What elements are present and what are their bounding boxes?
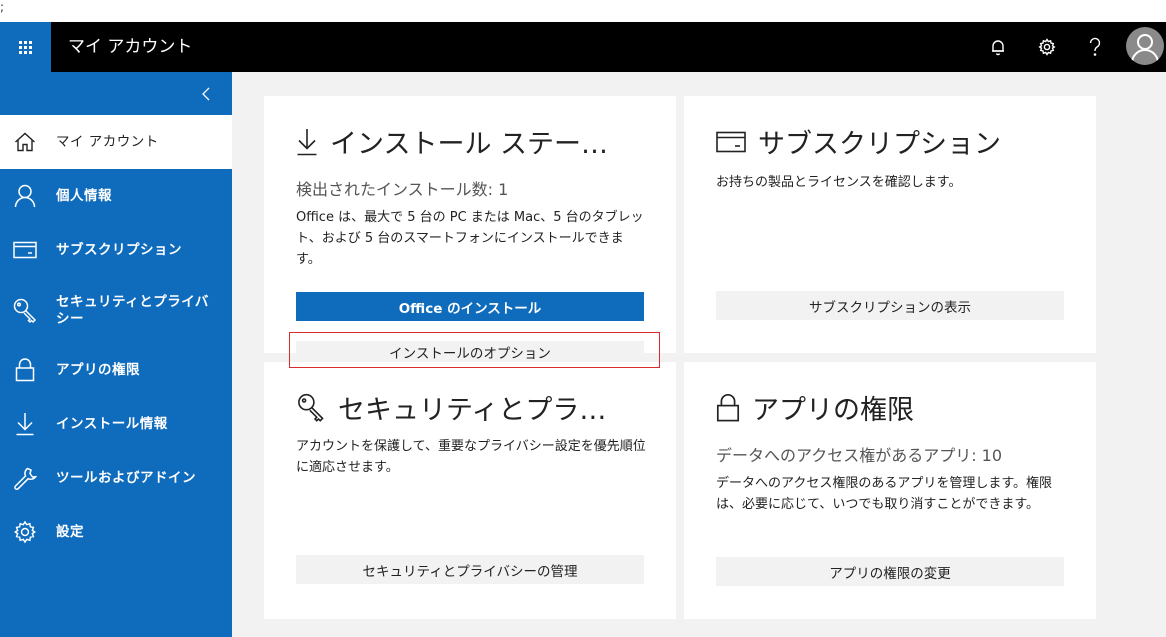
app-title[interactable]: マイ アカウント: [68, 22, 192, 72]
sidebar-item-label: セキュリティとプライバシー: [56, 294, 209, 327]
sidebar-item-label: 設定: [56, 523, 84, 540]
sidebar-item-label: アプリの権限: [56, 361, 140, 378]
gear-icon: [12, 519, 38, 545]
card-title[interactable]: アプリの権限: [716, 388, 914, 427]
sidebar-item-app-permissions[interactable]: アプリの権限: [0, 343, 232, 397]
card-icon: [716, 131, 746, 153]
sidebar-item-label: マイ アカウント: [56, 133, 159, 150]
download-icon: [296, 128, 318, 156]
card-title[interactable]: サブスクリプション: [716, 122, 1001, 161]
highlight-box: [289, 332, 660, 368]
app-launcher-button[interactable]: [0, 22, 51, 72]
sidebar-item-tools-addins[interactable]: ツールおよびアドイン: [0, 451, 232, 505]
sidebar-item-security-privacy[interactable]: セキュリティとプライバシー: [0, 284, 232, 338]
card-title-text: アプリの権限: [752, 395, 914, 426]
sidebar-item-subscriptions[interactable]: サブスクリプション: [0, 223, 232, 277]
card-title-text: セキュリティとプラ…: [338, 395, 607, 426]
card-icon: [12, 237, 38, 263]
avatar[interactable]: [1126, 27, 1164, 65]
card-title[interactable]: セキュリティとプラ…: [296, 388, 606, 427]
sidebar-item-settings[interactable]: 設定: [0, 505, 232, 559]
view-subscriptions-button[interactable]: サブスクリプションの表示: [716, 291, 1064, 320]
app-permissions-description: データへのアクセス権限のあるアプリを管理します。権限は、必要に応じて、いつでも取…: [716, 476, 1053, 512]
lock-icon: [716, 393, 740, 423]
help-button[interactable]: [1075, 22, 1115, 72]
card-title[interactable]: インストール ステー…: [296, 122, 608, 161]
person-icon: [1131, 34, 1159, 64]
top-bar: マイ アカウント: [0, 22, 1166, 72]
sidebar-item-label: ツールおよびアドイン: [56, 469, 196, 486]
settings-button[interactable]: [1027, 22, 1067, 72]
sidebar-item-label: 個人情報: [56, 187, 112, 204]
subscriptions-card: サブスクリプション お持ちの製品とライセンスを確認します。 サブスクリプションの…: [684, 96, 1096, 353]
sidebar: マイ アカウント 個人情報 サブスクリプション セキュリティとプライバシー アプ…: [0, 72, 232, 637]
security-description: アカウントを保護して、重要なプライバシー設定を優先順位に適応させます。: [296, 439, 646, 475]
key-icon: [12, 298, 38, 324]
sidebar-item-install-info[interactable]: インストール情報: [0, 397, 232, 451]
install-count: 検出されたインストール数: 1: [296, 180, 509, 199]
card-title-text: サブスクリプション: [758, 129, 1001, 160]
sidebar-item-my-account[interactable]: マイ アカウント: [0, 115, 232, 169]
security-privacy-card: セキュリティとプラ… アカウントを保護して、重要なプライバシー設定を優先順位に適…: [264, 362, 676, 619]
change-app-permissions-button[interactable]: アプリの権限の変更: [716, 557, 1064, 586]
install-description: Office は、最大で 5 台の PC または Mac、5 台のタブレット、お…: [296, 210, 644, 267]
stray-text: ;: [0, 0, 5, 14]
collapse-sidebar-button[interactable]: [196, 82, 216, 106]
sidebar-item-label: サブスクリプション: [56, 241, 182, 258]
install-status-card: インストール ステー… 検出されたインストール数: 1 Office は、最大で…: [264, 96, 676, 363]
app-permissions-count: データへのアクセス権があるアプリ: 10: [716, 446, 1003, 465]
chevron-left-icon: [202, 87, 210, 101]
subscription-description: お持ちの製品とライセンスを確認します。: [716, 175, 962, 190]
key-icon: [296, 393, 326, 423]
help-icon: [1089, 37, 1101, 56]
lock-icon: [12, 357, 38, 383]
app-permissions-card: アプリの権限 データへのアクセス権があるアプリ: 10 データへのアクセス権限の…: [684, 362, 1096, 619]
card-title-text: インストール ステー…: [330, 129, 609, 160]
home-icon: [12, 129, 38, 155]
wrench-icon: [12, 465, 38, 491]
bell-icon: [992, 40, 1004, 56]
install-office-button[interactable]: Office のインストール: [296, 292, 644, 321]
gear-icon: [1038, 38, 1056, 56]
download-icon: [12, 411, 38, 437]
manage-security-button[interactable]: セキュリティとプライバシーの管理: [296, 555, 644, 584]
person-icon: [12, 183, 38, 209]
apps-icon: [19, 40, 32, 54]
sidebar-item-personal-info[interactable]: 個人情報: [0, 169, 232, 223]
notifications-button[interactable]: [978, 22, 1018, 72]
sidebar-item-label: インストール情報: [56, 415, 168, 432]
